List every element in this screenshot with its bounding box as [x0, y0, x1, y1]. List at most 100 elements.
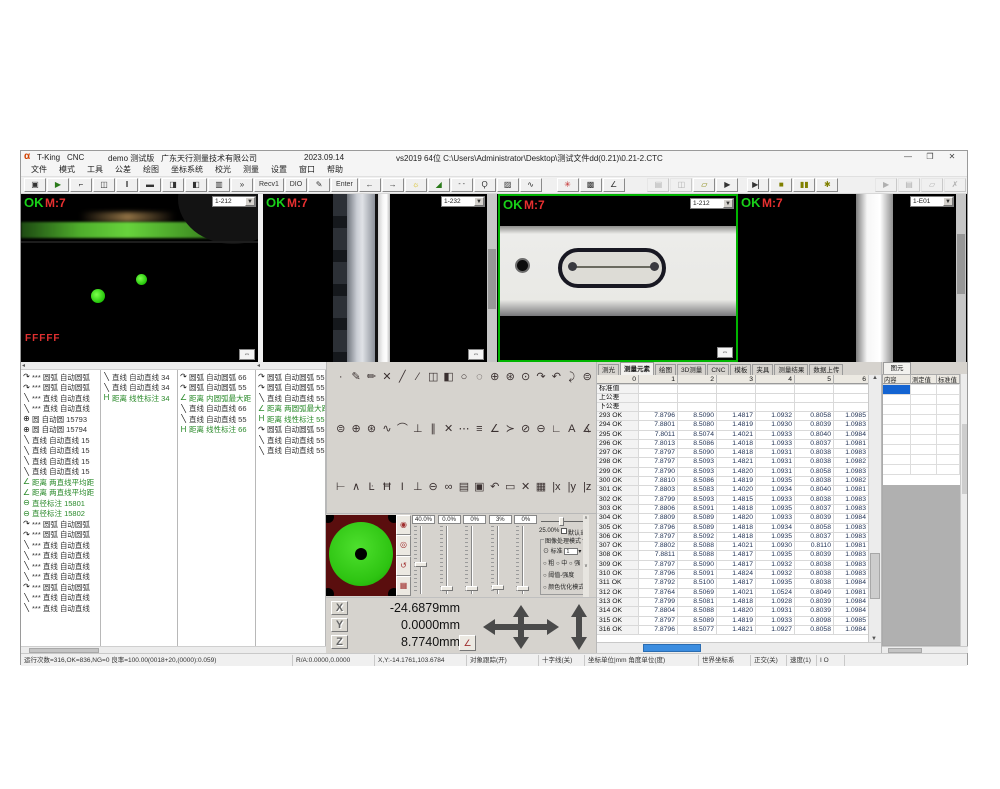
step-play-button[interactable]: ▶▏	[747, 178, 769, 192]
feature-list-item[interactable]: H距离 线性标注 66	[178, 425, 255, 436]
default-mode-checkbox[interactable]	[561, 528, 567, 534]
feature-list-item[interactable]: ↷*** 圆弧 自动圆弧	[21, 530, 100, 541]
result-row[interactable]: 296 OK7.80138.50861.40181.09330.80371.09…	[597, 440, 869, 449]
result-row[interactable]: 302 OK7.87998.50931.48151.09330.80381.09…	[597, 496, 869, 505]
results-tab-绘图[interactable]: 绘图	[655, 364, 676, 375]
result-row[interactable]: 下公差	[597, 403, 869, 412]
play2-button[interactable]: ▶	[875, 178, 897, 192]
tool-icon[interactable]: ∧	[348, 480, 363, 495]
tool-icon[interactable]: ∿	[379, 422, 394, 437]
result-row[interactable]: 308 OK7.88118.50881.48171.09350.80391.09…	[597, 551, 869, 560]
tool-icon[interactable]: ⊜	[580, 370, 595, 385]
element-row[interactable]	[883, 395, 960, 405]
scroll-left-icon[interactable]: ◂	[257, 362, 260, 369]
minimize-button[interactable]: —	[897, 151, 919, 163]
terrain-button[interactable]: ◢	[428, 178, 450, 192]
feature-list-item[interactable]: ╲直线 自动直线 55	[256, 435, 325, 446]
tool-icon[interactable]: ◌	[472, 370, 487, 385]
light-slider-3[interactable]: 3%	[488, 515, 514, 597]
menu-item-10[interactable]: 帮助	[321, 164, 349, 176]
tool-icon[interactable]: ⊥	[410, 480, 425, 495]
save-button[interactable]: ▤	[647, 178, 669, 192]
slider-thumb[interactable]	[492, 585, 504, 590]
tool-icon[interactable]: ⁄	[410, 370, 425, 385]
result-row[interactable]: 293 OK7.87968.50901.48171.09320.80581.09…	[597, 412, 869, 421]
tool-icon[interactable]: ✕	[379, 370, 394, 385]
element-row[interactable]	[883, 385, 960, 395]
feature-list-item[interactable]: ∠距离 两直线平均距	[21, 477, 100, 488]
tool-icon[interactable]: ▤	[456, 480, 471, 495]
feature-list-item[interactable]: ╲*** 直线 自动直线	[21, 561, 100, 572]
results-tab-测量结果[interactable]: 测量结果	[774, 364, 808, 375]
tool-icon[interactable]: ∡	[580, 422, 595, 437]
tool-icon[interactable]: ⤸	[564, 370, 579, 385]
tool-icon[interactable]: ⊛	[502, 370, 517, 385]
light-slider-1[interactable]: 0.0%	[437, 515, 463, 597]
maximize-button[interactable]: ❐	[919, 151, 941, 163]
feature-list-item[interactable]: ╲直线 自动直线 55	[256, 393, 325, 404]
camera1-mode-select[interactable]: 1-212▼	[212, 196, 256, 207]
results-hscroll-thumb[interactable]	[643, 644, 701, 652]
chart-button[interactable]: ∠	[603, 178, 625, 192]
processing-mode-option-1[interactable]: ○ 粗 ○ 中 ○ 强	[543, 558, 580, 567]
menu-item-2[interactable]: 工具	[81, 164, 109, 176]
feature-list-item[interactable]: ↷*** 圆弧 自动圆弧	[21, 372, 100, 383]
tool-icon[interactable]: ◫	[425, 370, 440, 385]
tool-icon[interactable]: ⌒	[395, 422, 410, 437]
feature-list-item[interactable]: ╲直线 自动直线 15	[21, 467, 100, 478]
element-vscrollbar[interactable]	[960, 374, 967, 646]
save2-button[interactable]: ▤	[898, 178, 920, 192]
element-row[interactable]	[883, 425, 960, 435]
tool-icon[interactable]: ⊕	[348, 422, 363, 437]
result-row[interactable]: 310 OK7.87968.50911.48241.09320.80381.09…	[597, 570, 869, 579]
z-jog-arrow[interactable]	[569, 603, 589, 651]
element-panel-tab[interactable]: 图元	[883, 362, 911, 374]
result-row[interactable]: 311 OK7.87928.51001.48171.09350.80381.09…	[597, 579, 869, 588]
result-row[interactable]: 312 OK7.87648.50691.40211.05240.80491.09…	[597, 589, 869, 598]
block-button[interactable]: ▬	[139, 178, 161, 192]
xy-jog-arrows[interactable]	[481, 603, 561, 651]
camera2-mode-select[interactable]: 1-232▼	[441, 196, 485, 207]
element-row[interactable]	[883, 455, 960, 465]
tool-icon[interactable]: ⊘	[518, 422, 533, 437]
camera3-mode-select[interactable]: 1-212▼	[690, 198, 734, 209]
magnification-select[interactable]: 1	[564, 548, 578, 555]
tool-icon[interactable]: ◧	[441, 370, 456, 385]
results-hscrollbar[interactable]	[597, 642, 882, 653]
pause-button[interactable]: ▮▮	[793, 178, 815, 192]
light-button[interactable]: ☼	[405, 178, 427, 192]
camera-view-2[interactable]: OK M:7 1-232▼ ⇔	[263, 194, 498, 362]
tool-icon[interactable]: ⊥	[410, 422, 425, 437]
light-mode-button-0[interactable]: ◉	[396, 515, 411, 535]
folder-button[interactable]: ▱	[693, 178, 715, 192]
columns-button[interactable]: ‖	[116, 178, 138, 192]
feature-list-item[interactable]: ↷圆弧 自动圆弧 55	[256, 425, 325, 436]
result-row[interactable]: 306 OK7.87978.50921.48181.09350.80371.09…	[597, 533, 869, 542]
copy-button[interactable]: ◫	[670, 178, 692, 192]
dashes-button[interactable]: - -	[451, 178, 473, 192]
light-mode-button-3[interactable]: ▦	[396, 576, 411, 596]
camera3-resize-button[interactable]: ⇔	[717, 347, 733, 358]
line-tool-button[interactable]: ⌐	[70, 178, 92, 192]
result-row[interactable]: 314 OK7.88048.50881.48201.09310.80391.09…	[597, 607, 869, 616]
tool-icon[interactable]: ╱	[395, 370, 410, 385]
feature-list-item[interactable]: H距离 线性标注 55	[256, 414, 325, 425]
menu-item-4[interactable]: 绘图	[137, 164, 165, 176]
feature-list-item[interactable]: ╲直线 自动直线 15	[21, 456, 100, 467]
feature-list-item[interactable]: ↷*** 圆弧 自动圆弧	[21, 383, 100, 394]
camera4-mode-select[interactable]: 1-E01▼	[910, 196, 954, 207]
lasso-button[interactable]: ∿	[520, 178, 542, 192]
menu-item-5[interactable]: 坐标系统	[165, 164, 209, 176]
tool-icon[interactable]: A	[564, 422, 579, 437]
feature-list-item[interactable]: ∠距离 内圆弧最大距	[178, 393, 255, 404]
tool-icon[interactable]: ▣	[472, 480, 487, 495]
processing-mode-option-2[interactable]: ○ 阈值-强度	[543, 570, 574, 579]
tool-icon[interactable]: Ŀ	[364, 480, 379, 495]
result-row[interactable]: 298 OK7.87978.50931.48211.09310.80381.09…	[597, 458, 869, 467]
feature-list-item[interactable]: ⊖直径标注 15801	[21, 498, 100, 509]
menu-item-9[interactable]: 窗口	[293, 164, 321, 176]
element-hscrollbar[interactable]	[882, 646, 968, 653]
feature-list-item[interactable]: ╲直线 自动直线 55	[178, 414, 255, 425]
execute-button[interactable]: ✱	[816, 178, 838, 192]
open2-button[interactable]: ▱	[921, 178, 943, 192]
